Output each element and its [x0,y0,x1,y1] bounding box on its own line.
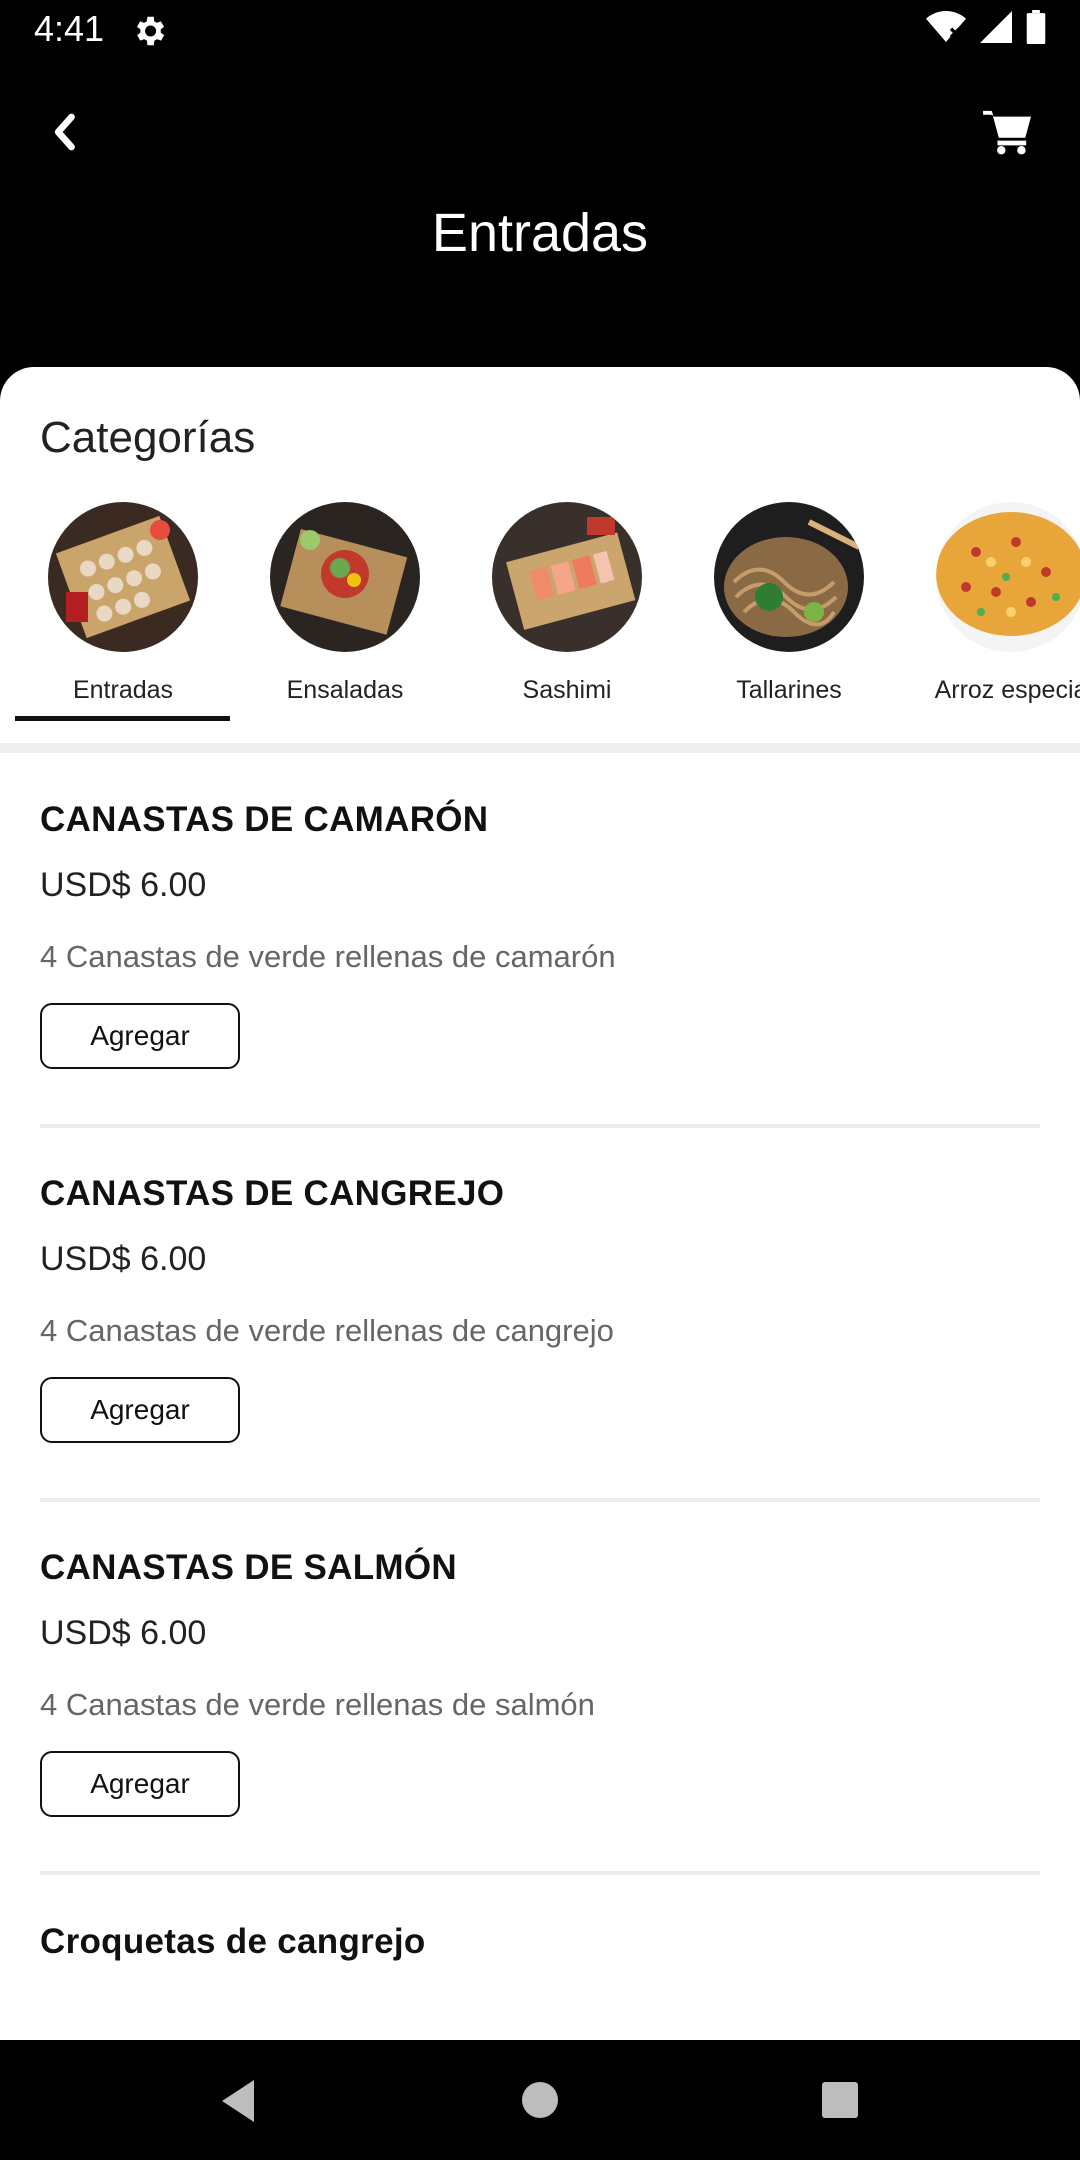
add-button[interactable]: Agregar [40,1751,240,1817]
settings-gear-icon [136,16,165,46]
nav-recents-icon[interactable] [822,2082,858,2118]
product-price: USD$ 6.00 [40,866,207,904]
nav-home-icon[interactable] [522,2082,558,2118]
product-description: 4 Canastas de verde rellenas de cangrejo [40,1313,614,1348]
add-button[interactable]: Agregar [40,1377,240,1443]
category-label: Arroz especia [934,676,1080,704]
wifi-icon [926,11,966,42]
product-description: 4 Canastas de verde rellenas de camarón [40,939,616,974]
product-item: CANASTAS DE CAMARÓN USD$ 6.00 4 Canastas… [40,800,1040,1069]
category-image-arroz [936,502,1080,652]
category-image-sashimi [492,502,642,652]
category-arroz-especial[interactable]: Arroz especia [888,502,1080,732]
page-title: Entradas [431,203,649,263]
product-name: CANASTAS DE SALMÓN [40,1548,457,1587]
category-entradas[interactable]: Entradas [0,502,222,732]
category-label: Entradas [72,676,174,704]
product-price: USD$ 6.00 [40,1614,207,1652]
battery-icon [1026,10,1046,44]
category-label: Ensaladas [286,676,404,704]
status-time: 4:41 [34,8,105,49]
shopping-cart-icon [983,110,1031,155]
category-label: Tallarines [736,676,842,704]
category-image-entradas [48,502,198,652]
product-description: 4 Canastas de verde rellenas de salmón [40,1687,595,1722]
category-tallarines[interactable]: Tallarines [666,502,888,732]
category-carousel[interactable]: Entradas Ensaladas Sashimi Tallarines Ar… [0,502,1080,704]
product-name: CANASTAS DE CANGREJO [40,1174,505,1213]
product-item: Croquetas de cangrejo [40,1922,1040,1962]
content-card: Categorías Entradas Ensaladas Sashimi Ta… [0,367,1080,2040]
cellular-signal-icon [980,11,1012,43]
add-button[interactable]: Agregar [40,1003,240,1069]
cart-button[interactable] [976,100,1040,164]
category-ensaladas[interactable]: Ensaladas [222,502,444,732]
back-button[interactable] [40,100,88,164]
product-item: CANASTAS DE SALMÓN USD$ 6.00 4 Canastas … [40,1548,1040,1817]
categories-heading: Categorías [40,413,256,462]
chevron-left-icon [54,113,75,151]
screen: 4:41 Entradas Categorías Entradas Ensala… [0,0,1080,2160]
section-divider [0,743,1080,753]
product-name: CANASTAS DE CAMARÓN [40,800,489,839]
category-sashimi[interactable]: Sashimi [444,502,666,732]
status-bar: 4:41 [0,0,1080,62]
category-image-tallarines [714,502,864,652]
product-price: USD$ 6.00 [40,1240,207,1278]
product-item: CANASTAS DE CANGREJO USD$ 6.00 4 Canasta… [40,1174,1040,1443]
product-separator [40,1124,1040,1128]
product-name: Croquetas de cangrejo [40,1922,426,1961]
status-icons [926,10,1046,44]
product-separator [40,1871,1040,1875]
nav-back-icon[interactable] [218,2078,258,2124]
category-image-ensaladas [270,502,420,652]
product-separator [40,1498,1040,1502]
selected-category-indicator [15,716,230,721]
category-label: Sashimi [522,676,612,704]
system-nav-bar [0,2040,1080,2160]
